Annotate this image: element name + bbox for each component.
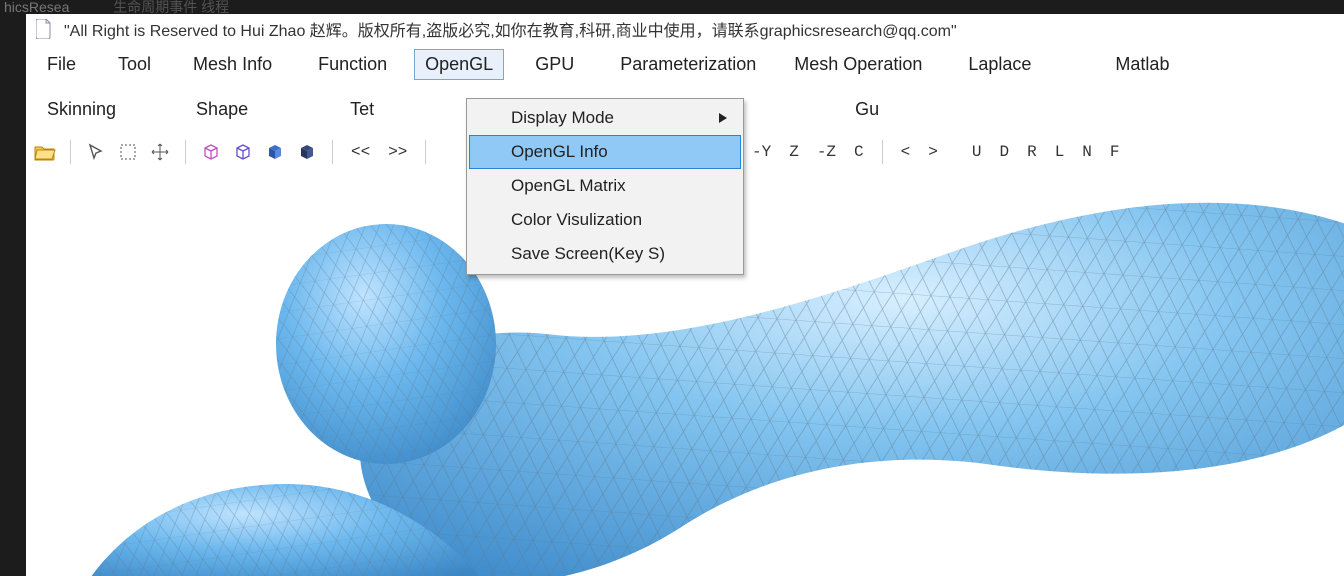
view-neg-y[interactable]: -Y xyxy=(748,143,775,161)
dd-opengl-info[interactable]: OpenGL Info xyxy=(469,135,741,169)
separator xyxy=(332,140,333,164)
view-gt[interactable]: > xyxy=(924,143,942,161)
menu-laplace[interactable]: Laplace xyxy=(957,49,1042,80)
view-u[interactable]: U xyxy=(968,143,986,161)
menu-parameterization[interactable]: Parameterization xyxy=(609,49,767,80)
menu-opengl[interactable]: OpenGL xyxy=(414,49,504,80)
move-icon[interactable] xyxy=(149,141,171,163)
cube-wire-purple-icon[interactable] xyxy=(232,141,254,163)
view-neg-z[interactable]: -Z xyxy=(813,143,840,161)
submenu-arrow-icon xyxy=(719,108,727,128)
menu-matlab[interactable]: Matlab xyxy=(1104,49,1180,80)
marquee-icon[interactable] xyxy=(117,141,139,163)
menu-tet[interactable]: Tet xyxy=(339,94,385,125)
view-z[interactable]: Z xyxy=(785,143,803,161)
dd-label: Display Mode xyxy=(511,108,614,128)
opengl-dropdown: Display Mode OpenGL Info OpenGL Matrix C… xyxy=(466,98,744,275)
menu-tool[interactable]: Tool xyxy=(107,49,162,80)
nav-prev[interactable]: << xyxy=(347,143,374,161)
cube-solid-dark-icon[interactable] xyxy=(296,141,318,163)
dd-label: Color Visulization xyxy=(511,210,642,230)
view-f[interactable]: F xyxy=(1106,143,1124,161)
folder-open-icon[interactable] xyxy=(34,141,56,163)
document-icon xyxy=(36,19,52,39)
menu-function[interactable]: Function xyxy=(307,49,398,80)
cube-wire-pink-icon[interactable] xyxy=(200,141,222,163)
view-c[interactable]: C xyxy=(850,143,868,161)
view-r[interactable]: R xyxy=(1023,143,1041,161)
menu-file[interactable]: File xyxy=(36,49,87,80)
cursor-icon[interactable] xyxy=(85,141,107,163)
menu-skinning[interactable]: Skinning xyxy=(36,94,127,125)
dd-save-screen[interactable]: Save Screen(Key S) xyxy=(469,237,741,271)
separator xyxy=(425,140,426,164)
separator xyxy=(70,140,71,164)
app-window: "All Right is Reserved to Hui Zhao 赵辉。版权… xyxy=(26,14,1344,562)
title-text: "All Right is Reserved to Hui Zhao 赵辉。版权… xyxy=(64,17,957,41)
view-n[interactable]: N xyxy=(1078,143,1096,161)
view-d[interactable]: D xyxy=(995,143,1013,161)
menu-mesh-info[interactable]: Mesh Info xyxy=(182,49,283,80)
dd-label: Save Screen(Key S) xyxy=(511,244,665,264)
title-bar: "All Right is Reserved to Hui Zhao 赵辉。版权… xyxy=(26,14,1344,44)
menu-mesh-operation[interactable]: Mesh Operation xyxy=(783,49,933,80)
menu-row-1: File Tool Mesh Info Function OpenGL GPU … xyxy=(26,44,1344,84)
ide-titlebar-fragment: hicsResea 生命周期事件 线程 xyxy=(0,0,1344,14)
dd-color-visualization[interactable]: Color Visulization xyxy=(469,203,741,237)
nav-next[interactable]: >> xyxy=(384,143,411,161)
cube-solid-blue-icon[interactable] xyxy=(264,141,286,163)
dd-label: OpenGL Matrix xyxy=(511,176,626,196)
view-l[interactable]: L xyxy=(1051,143,1069,161)
menu-shape[interactable]: Shape xyxy=(185,94,259,125)
separator xyxy=(185,140,186,164)
dd-label: OpenGL Info xyxy=(511,142,608,162)
view-lt[interactable]: < xyxy=(897,143,915,161)
menu-gu[interactable]: Gu xyxy=(844,94,890,125)
dd-display-mode[interactable]: Display Mode xyxy=(469,101,741,135)
separator xyxy=(882,140,883,164)
menu-gpu[interactable]: GPU xyxy=(524,49,585,80)
dd-opengl-matrix[interactable]: OpenGL Matrix xyxy=(469,169,741,203)
